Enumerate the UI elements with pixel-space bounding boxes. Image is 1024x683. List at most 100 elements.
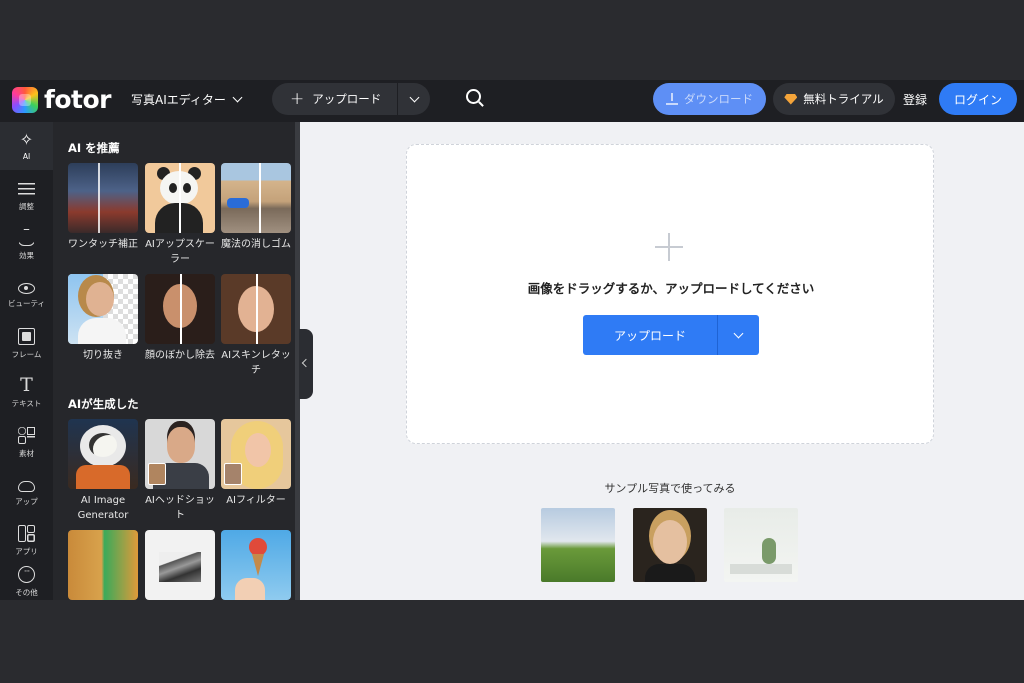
rail-label: アップ bbox=[15, 496, 38, 506]
sample-photo-still-life[interactable] bbox=[724, 508, 798, 582]
tool-thumbnail bbox=[68, 530, 138, 600]
tool-label: AIスキンレタッチ bbox=[221, 350, 291, 376]
section-title-recommended: AI を推薦 bbox=[68, 141, 120, 155]
frame-icon bbox=[18, 328, 35, 345]
drop-instructions: 画像をドラッグするか、アップロードしてください bbox=[527, 281, 815, 296]
rail-label: AI bbox=[22, 152, 31, 161]
rail-label: フレーム bbox=[11, 350, 42, 359]
free-trial-button[interactable]: 無料トライアル bbox=[773, 83, 895, 115]
tool-label: 切り抜き bbox=[83, 350, 123, 361]
diamond-icon bbox=[784, 93, 798, 105]
section-title-ai-generated: AIが生成した bbox=[68, 397, 139, 411]
tool-thumbnail-dogs[interactable] bbox=[68, 530, 138, 600]
upload-button[interactable]: + アップロード bbox=[272, 88, 397, 109]
tool-thumbnail bbox=[68, 163, 138, 233]
editor-menu[interactable]: 写真AIエディター bbox=[131, 91, 243, 108]
tool-label: 魔法の消しゴム bbox=[221, 239, 291, 250]
tool-ai-image-generator[interactable]: AI Image Generator bbox=[68, 419, 138, 523]
upload-dropdown-button[interactable] bbox=[398, 92, 430, 102]
apps-icon bbox=[18, 525, 35, 542]
rail-item-apps[interactable]: アプリ bbox=[0, 517, 53, 565]
rail-label: 調整 bbox=[19, 202, 34, 211]
tool-thumbnail bbox=[221, 163, 291, 233]
rail-item-beauty[interactable]: ビューティ bbox=[0, 270, 53, 318]
upload-split-button-main: アップロード bbox=[583, 315, 759, 355]
bottom-bar bbox=[0, 600, 1024, 683]
free-trial-label: 無料トライアル bbox=[803, 92, 884, 106]
tool-face-unblur[interactable]: 顔のぼかし除去 bbox=[145, 274, 215, 363]
sparkle-icon: ✧ bbox=[19, 130, 34, 149]
sample-photo-portrait[interactable] bbox=[633, 508, 707, 582]
fotor-logo[interactable]: fotor bbox=[12, 85, 112, 114]
tool-ai-skin-retouch[interactable]: AIスキンレタッチ bbox=[221, 274, 291, 378]
plus-icon: + bbox=[290, 88, 305, 109]
rail-item-uploads[interactable]: アップ bbox=[0, 468, 53, 516]
sample-photos-title: サンプル写真で使ってみる bbox=[604, 482, 736, 495]
tool-thumbnail-icecream[interactable] bbox=[221, 530, 291, 600]
chevron-down-icon bbox=[409, 92, 419, 102]
tools-panel: AI を推薦 ワンタッチ補正 AIアップスケーラー 魔法の消しゴム 切り抜き 顔… bbox=[53, 122, 300, 600]
tool-ai-filter[interactable]: AIフィルター bbox=[221, 419, 291, 508]
rail-label: テキスト bbox=[11, 399, 42, 408]
tool-thumbnail bbox=[145, 163, 215, 233]
rail-item-adjust[interactable]: 調整 bbox=[0, 172, 53, 220]
sliders-icon bbox=[18, 180, 35, 197]
rail-label: 素材 bbox=[19, 449, 34, 458]
login-button[interactable]: ログイン bbox=[939, 83, 1017, 115]
tool-one-tap-enhance[interactable]: ワンタッチ補正 bbox=[68, 163, 138, 252]
tool-thumbnail bbox=[221, 274, 291, 344]
register-link[interactable]: 登録 bbox=[903, 91, 927, 108]
rail-label: 効果 bbox=[19, 251, 34, 260]
rail-item-ai[interactable]: ✧ AI bbox=[0, 122, 53, 170]
search-icon[interactable] bbox=[466, 89, 481, 104]
image-drop-zone[interactable]: 画像をドラッグするか、アップロードしてください アップロード bbox=[406, 144, 934, 444]
rail-item-more[interactable]: ··· その他 bbox=[0, 562, 53, 602]
download-icon bbox=[666, 93, 678, 105]
top-bar: fotor 写真AIエディター + アップロード ダウンロード 無料トライアル … bbox=[0, 80, 1024, 122]
shapes-icon bbox=[18, 427, 35, 444]
tool-cutout[interactable]: 切り抜き bbox=[68, 274, 138, 363]
sample-photo-landscape[interactable] bbox=[541, 508, 615, 582]
tool-label: AIヘッドショット bbox=[145, 495, 215, 521]
cloud-upload-icon bbox=[18, 480, 35, 492]
download-label: ダウンロード bbox=[684, 92, 753, 106]
tool-label: AIフィルター bbox=[226, 495, 286, 506]
tool-label: 顔のぼかし除去 bbox=[145, 350, 215, 361]
rail-item-effects[interactable]: 効果 bbox=[0, 221, 53, 269]
download-button[interactable]: ダウンロード bbox=[653, 83, 766, 115]
upload-split-button: + アップロード bbox=[272, 83, 430, 115]
tool-ai-upscaler[interactable]: AIアップスケーラー bbox=[145, 163, 215, 267]
tool-label: AIアップスケーラー bbox=[145, 239, 215, 265]
chevron-down-icon bbox=[232, 92, 243, 103]
rail-item-elements[interactable]: 素材 bbox=[0, 419, 53, 467]
fotor-logo-icon bbox=[12, 86, 38, 113]
tool-thumbnail bbox=[68, 419, 138, 489]
rail-label: その他 bbox=[15, 588, 38, 597]
rail-item-text[interactable]: T テキスト bbox=[0, 369, 53, 417]
canvas-workspace: 画像をドラッグするか、アップロードしてください アップロード サンプル写真で使っ… bbox=[300, 122, 1024, 600]
tool-thumbnail bbox=[145, 530, 215, 600]
tool-label: ワンタッチ補正 bbox=[68, 239, 138, 250]
tool-magic-eraser[interactable]: 魔法の消しゴム bbox=[221, 163, 291, 252]
tool-label: AI Image Generator bbox=[77, 495, 129, 521]
tool-thumbnail bbox=[221, 530, 291, 600]
upload-options-dropdown[interactable] bbox=[718, 328, 759, 338]
logo-text: fotor bbox=[44, 85, 112, 114]
upload-label: アップロード bbox=[312, 92, 382, 106]
chevron-down-icon bbox=[733, 328, 744, 338]
flask-icon bbox=[18, 229, 35, 246]
text-icon: T bbox=[20, 374, 33, 396]
eye-icon bbox=[18, 282, 35, 294]
collapse-panel-button[interactable] bbox=[299, 329, 313, 399]
left-rail: ✧ AI 調整 効果 ビューティ フレーム T テキスト 素材 アップ アプリ … bbox=[0, 122, 53, 600]
tool-thumbnail bbox=[221, 419, 291, 489]
plus-icon bbox=[655, 233, 683, 261]
tool-thumbnail-mountain[interactable] bbox=[145, 530, 215, 600]
rail-label: アプリ bbox=[15, 547, 38, 556]
tool-thumbnail bbox=[145, 419, 215, 489]
tool-thumbnail bbox=[68, 274, 138, 344]
tool-ai-headshot[interactable]: AIヘッドショット bbox=[145, 419, 215, 523]
upload-button-main[interactable]: アップロード bbox=[583, 327, 717, 344]
more-icon: ··· bbox=[18, 566, 35, 583]
rail-item-frame[interactable]: フレーム bbox=[0, 320, 53, 368]
